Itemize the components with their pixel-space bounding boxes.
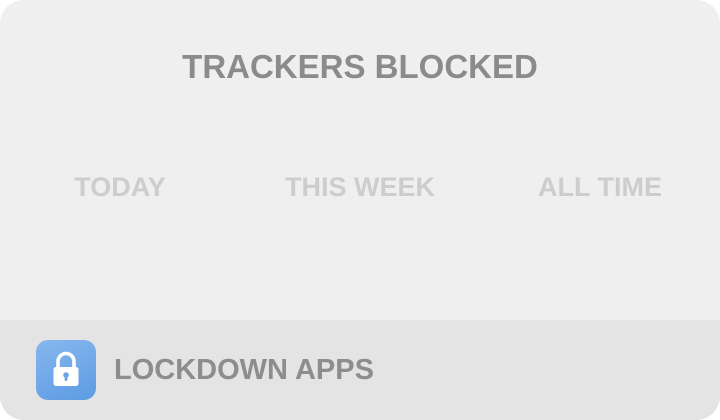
period-this-week: THIS WEEK	[284, 172, 435, 202]
lockdown-apps-label: LOCKDOWN APPS	[114, 354, 374, 386]
period-all-time: ALL TIME	[538, 172, 662, 202]
widget-title: TRACKERS BLOCKED	[182, 48, 538, 85]
lockdown-app-icon	[36, 340, 96, 400]
period-today: TODAY	[74, 172, 166, 202]
period-stats: TODAY THIS WEEK ALL TIME	[0, 172, 720, 208]
lock-icon	[53, 351, 79, 386]
lockdown-apps-row[interactable]: LOCKDOWN APPS	[0, 320, 720, 420]
trackers-blocked-widget: TRACKERS BLOCKED TODAY THIS WEEK ALL TIM…	[0, 0, 720, 420]
